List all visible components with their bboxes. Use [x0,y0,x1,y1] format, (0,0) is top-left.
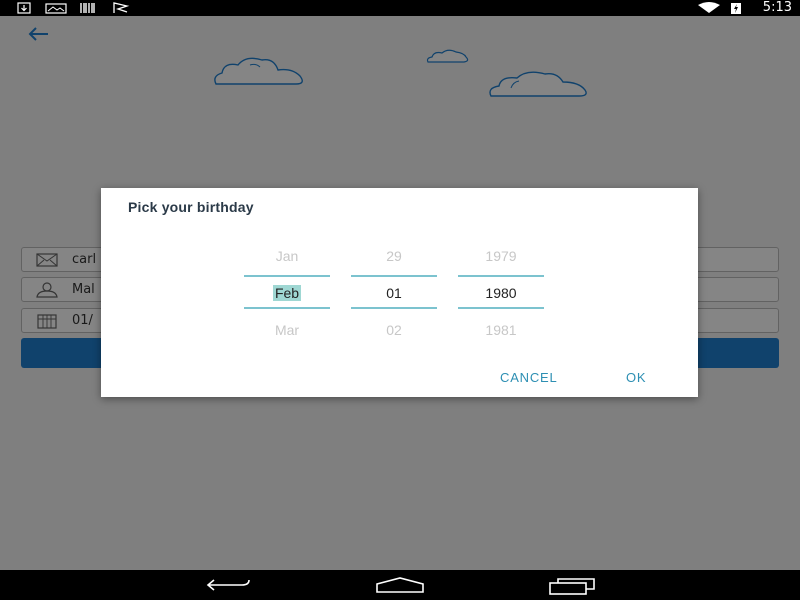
month-current[interactable]: Feb [244,285,330,301]
year-current[interactable]: 1980 [458,285,544,301]
divider [351,307,437,309]
flag-icon [113,2,130,13]
date-picker-dialog: Pick your birthday Jan Feb Mar 29 01 02 … [101,188,698,397]
recents-nav-icon[interactable] [548,577,596,595]
barcode-icon [80,3,95,13]
day-next[interactable]: 02 [351,322,437,338]
cancel-button[interactable]: CANCEL [500,370,558,385]
home-nav-icon[interactable] [375,577,425,593]
clock: 5:13 [762,0,792,15]
divider [351,275,437,277]
year-next[interactable]: 1981 [458,322,544,338]
month-current-text[interactable]: Feb [272,285,302,301]
ok-button[interactable]: OK [626,370,646,385]
download-icon [17,2,31,14]
year-spinner[interactable]: 1979 1980 1981 [458,240,544,340]
month-next[interactable]: Mar [244,322,330,338]
back-nav-icon[interactable] [206,577,252,593]
status-bar: 5:13 [0,0,800,16]
wifi-icon [698,2,720,13]
year-prev[interactable]: 1979 [458,248,544,264]
divider [458,275,544,277]
divider [244,275,330,277]
day-spinner[interactable]: 29 01 02 [351,240,437,340]
divider [244,307,330,309]
battery-icon [731,3,741,14]
day-current[interactable]: 01 [351,285,437,301]
dialog-title: Pick your birthday [128,199,254,215]
day-prev[interactable]: 29 [351,248,437,264]
month-prev[interactable]: Jan [244,248,330,264]
divider [458,307,544,309]
photo-icon [45,3,67,14]
navigation-bar [0,570,800,600]
month-spinner[interactable]: Jan Feb Mar [244,240,330,340]
